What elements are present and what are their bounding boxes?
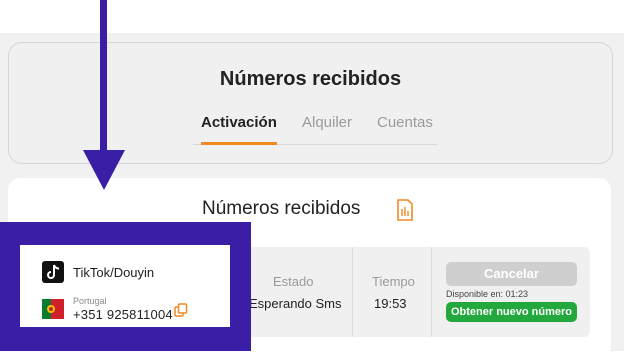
time-value: 19:53	[374, 296, 407, 311]
column-divider	[352, 247, 353, 337]
time-header: Tiempo	[372, 274, 415, 289]
active-tab-indicator	[201, 142, 277, 145]
status-value: Esperando Sms	[249, 296, 342, 311]
tab-alquiler[interactable]: Alquiler	[302, 114, 352, 142]
document-icon[interactable]	[396, 199, 414, 221]
tab-activacion[interactable]: Activación	[201, 114, 277, 142]
column-divider	[431, 247, 432, 337]
available-timer: Disponible en: 01:23	[446, 289, 529, 299]
phone-number[interactable]: +351 925811004	[73, 307, 173, 322]
cancel-button[interactable]: Cancelar	[446, 262, 577, 286]
copy-icon[interactable]	[174, 303, 188, 317]
tab-bar: Activación Alquiler Cuentas	[193, 114, 437, 145]
country-label: Portugal	[73, 296, 107, 306]
annotation-arrow	[100, 0, 107, 160]
header-card: Números recibidos Activación Alquiler Cu…	[8, 42, 613, 164]
portugal-flag-icon	[42, 299, 64, 319]
new-number-button[interactable]: Obtener nuevo número	[446, 302, 577, 322]
annotation-arrow-head	[83, 150, 125, 190]
service-name: TikTok/Douyin	[73, 265, 155, 280]
status-header: Estado	[273, 274, 314, 289]
section-title: Números recibidos	[202, 198, 361, 219]
tab-cuentas[interactable]: Cuentas	[377, 114, 433, 142]
tiktok-icon	[42, 261, 64, 283]
